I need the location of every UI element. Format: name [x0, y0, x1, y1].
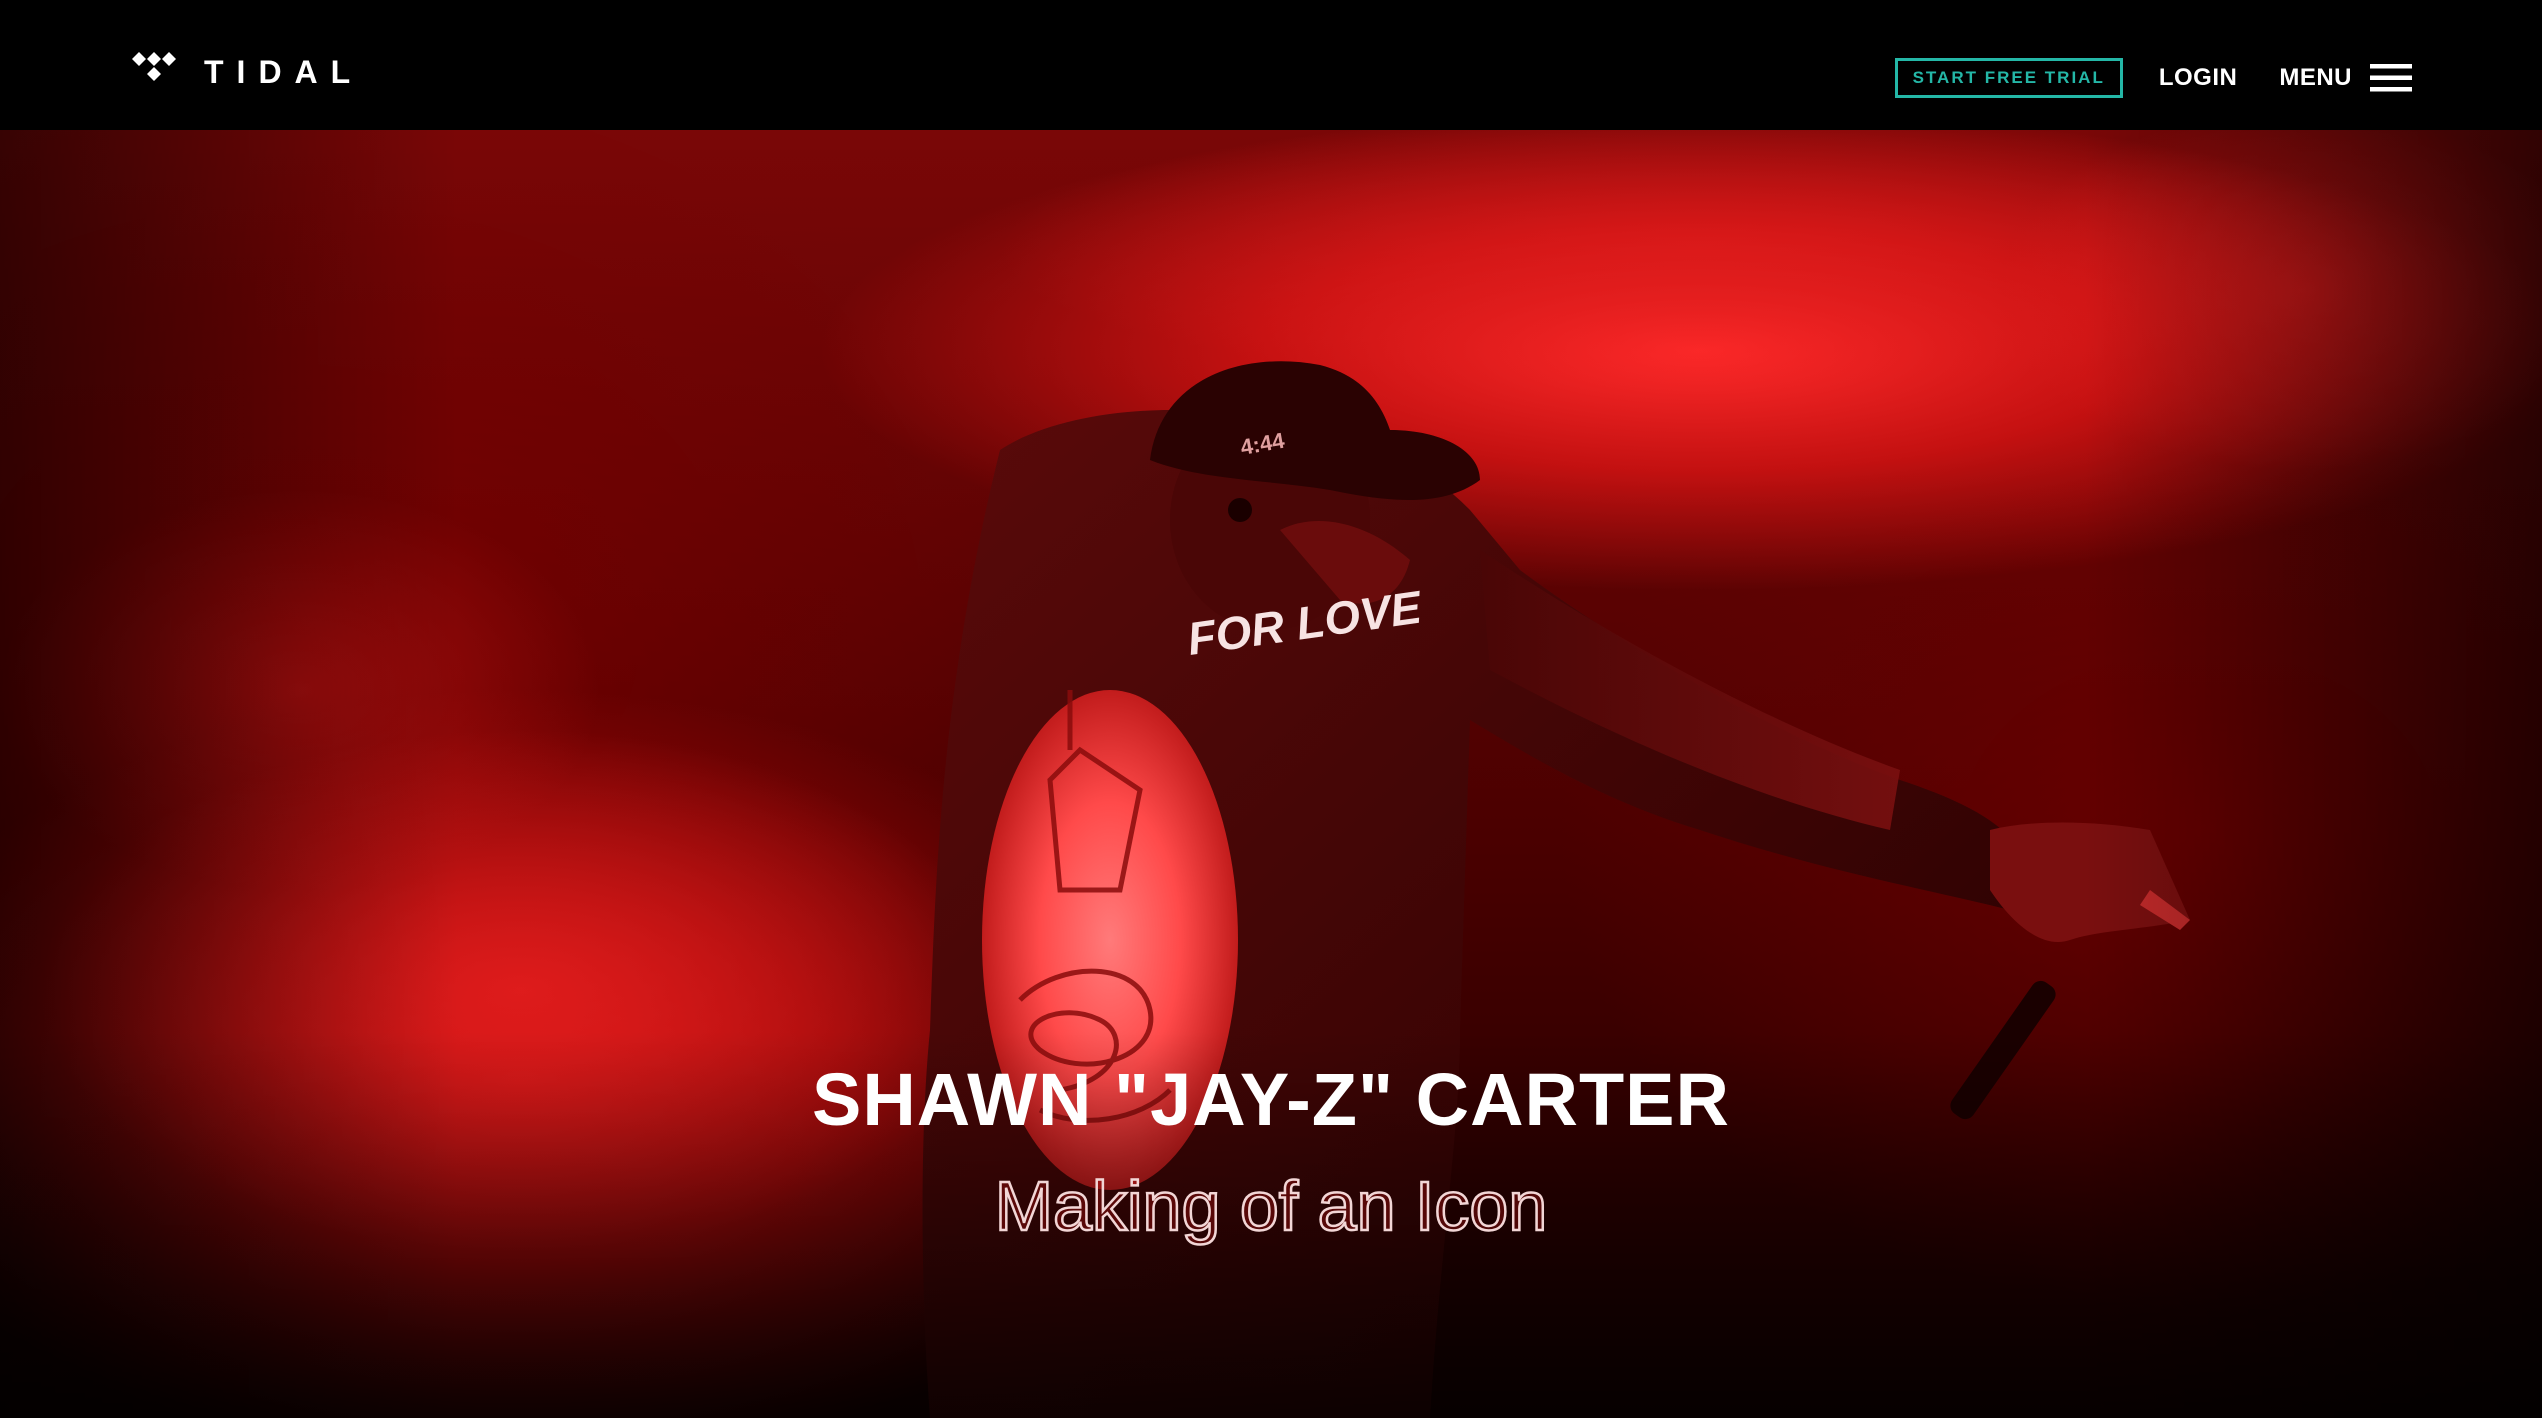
menu-label: MENU	[2279, 64, 2352, 91]
header-actions: START FREE TRIAL LOGIN MENU	[1894, 56, 2412, 100]
hamburger-menu-icon	[2370, 64, 2412, 92]
brand-name: TIDAL	[204, 54, 364, 90]
top-navigation-bar: TIDAL START FREE TRIAL LOGIN MENU	[0, 0, 2542, 130]
tidal-home-link[interactable]: TIDAL	[132, 52, 363, 92]
page: TIDAL START FREE TRIAL LOGIN MENU FOR LO…	[0, 0, 2542, 1418]
hero-subtitle: Making of an Icon	[993, 1166, 1548, 1247]
menu-button[interactable]: MENU	[2279, 64, 2412, 92]
hero-caption: SHAWN "JAY-Z" CARTER Making of an Icon	[0, 1050, 2542, 1256]
hero-title: SHAWN "JAY-Z" CARTER	[812, 1058, 1730, 1141]
login-link[interactable]: LOGIN	[2159, 64, 2238, 92]
tidal-diamonds-icon	[132, 52, 176, 81]
start-free-trial-button[interactable]: START FREE TRIAL	[1894, 58, 2123, 98]
hero-banner[interactable]: FOR LOVE 4:44 SHAWN "JAY-Z" CARTER Makin…	[0, 130, 2542, 1418]
